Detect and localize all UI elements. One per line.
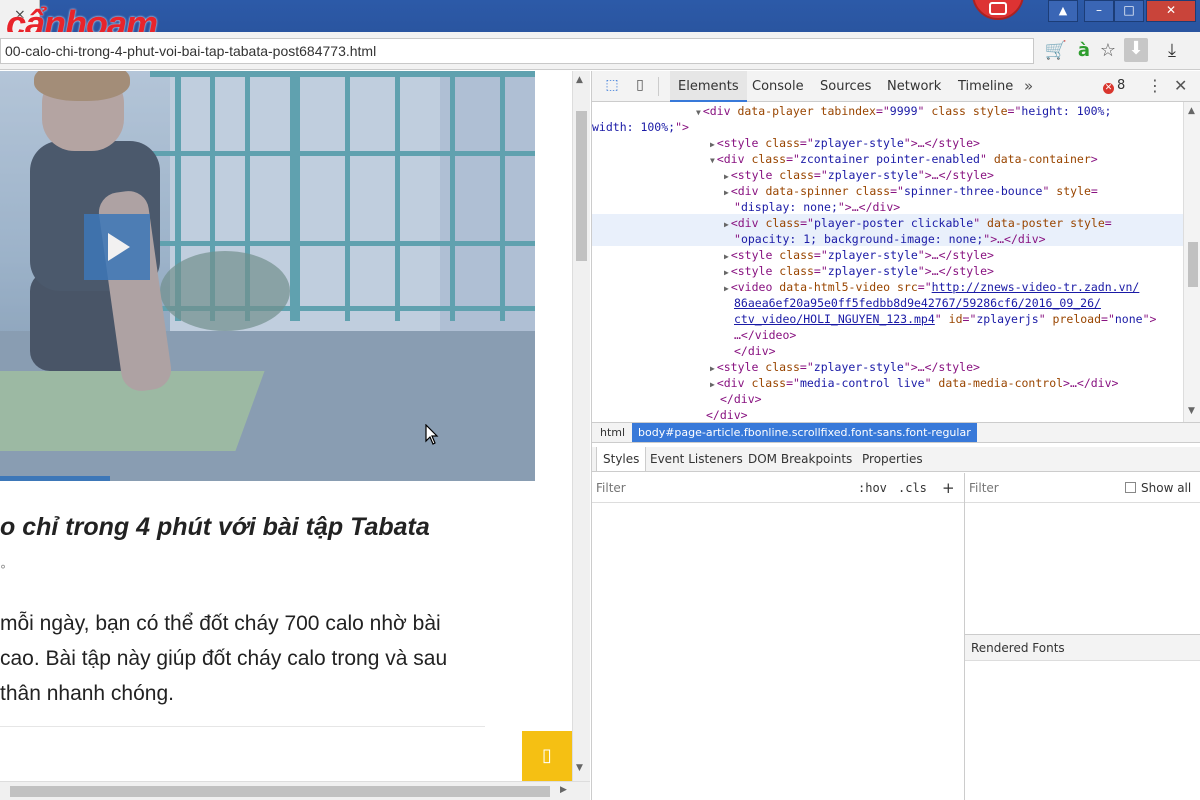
user-icon: ▲: [1058, 4, 1068, 17]
tab-properties[interactable]: Properties: [856, 447, 929, 471]
expand-triangle-icon[interactable]: ▶: [724, 268, 729, 277]
breadcrumb-html[interactable]: html: [594, 423, 631, 442]
cls-toggle[interactable]: .cls: [898, 473, 927, 503]
window-maximize-button[interactable]: □: [1114, 0, 1144, 22]
download-active-icon[interactable]: ⬇: [1124, 38, 1148, 62]
checkbox-icon: [1125, 482, 1136, 493]
play-button[interactable]: [84, 214, 150, 280]
window-minimize-button[interactable]: –: [1084, 0, 1114, 22]
computed-filter-input[interactable]: [969, 473, 1109, 503]
scroll-down-arrow-icon[interactable]: ▼: [1188, 406, 1195, 416]
dom-tree-line[interactable]: ▼ <div data-player tabindex="9999" class …: [696, 103, 1111, 121]
tab-sources[interactable]: Sources: [812, 71, 879, 102]
rendered-fonts-header[interactable]: Rendered Fonts: [965, 634, 1200, 661]
computed-filter-bar: Show all: [965, 473, 1200, 503]
address-bar[interactable]: 00-calo-chi-trong-4-phut-voi-bai-tap-tab…: [0, 38, 1034, 64]
expand-triangle-icon[interactable]: ▶: [724, 284, 729, 293]
video-poster-overlay: [0, 71, 535, 481]
floating-action-button[interactable]: ▯: [522, 731, 572, 781]
dom-tree-line[interactable]: "opacity: 1; background-image: none;">…<…: [734, 231, 1046, 247]
expand-triangle-icon[interactable]: ▶: [724, 220, 729, 229]
video-progress-bar[interactable]: [0, 476, 110, 481]
text-fade: [440, 606, 520, 646]
dom-tree[interactable]: ▼ <div data-player tabindex="9999" class …: [592, 102, 1183, 422]
tab-network[interactable]: Network: [879, 71, 949, 102]
new-style-rule-icon[interactable]: +: [942, 473, 955, 503]
web-page-content: o chỉ trong 4 phút với bài tập Tabata ° …: [0, 71, 572, 781]
window-close-button[interactable]: ✕: [1146, 0, 1196, 22]
article-paragraph-line: thân nhanh chóng.: [0, 682, 174, 705]
download-icon[interactable]: ⤓: [1160, 40, 1184, 62]
devtools-menu-icon[interactable]: ⋮: [1147, 76, 1163, 95]
scroll-down-arrow-icon[interactable]: ▼: [576, 763, 583, 773]
dom-tree-line[interactable]: "display: none;">…</div>: [734, 199, 900, 215]
dom-tree-scrollbar[interactable]: ▲ ▼: [1183, 102, 1200, 422]
scrollbar-thumb[interactable]: [1188, 242, 1198, 287]
video-player[interactable]: [0, 71, 535, 481]
page-horizontal-scrollbar[interactable]: ▶: [0, 781, 590, 800]
styles-filter-input[interactable]: [596, 473, 846, 503]
window-user-button[interactable]: ▲: [1048, 0, 1078, 22]
tab-dom-breakpoints[interactable]: DOM Breakpoints: [742, 447, 858, 471]
scroll-up-arrow-icon[interactable]: ▲: [1188, 106, 1195, 116]
dom-tree-line[interactable]: ctv_video/HOLI_NGUYEN_123.mp4" id="zplay…: [734, 311, 1156, 327]
show-all-label: Show all: [1141, 481, 1192, 495]
browser-toolbar: 00-calo-chi-trong-4-phut-voi-bai-tap-tab…: [0, 32, 1200, 70]
tab-timeline[interactable]: Timeline: [950, 71, 1021, 102]
devtools-panel: ⬚ ▯ Elements Console Sources Network Tim…: [591, 71, 1200, 800]
dom-tree-line[interactable]: </div>: [720, 391, 762, 407]
window-titlebar: × cẩnhoam ▲ – □ ✕: [0, 0, 1200, 42]
hov-toggle[interactable]: :hov: [858, 473, 887, 503]
more-tabs-icon[interactable]: »: [1024, 77, 1033, 95]
error-count: 8: [1117, 78, 1126, 93]
styles-pane: [592, 503, 964, 800]
expand-triangle-icon[interactable]: ▶: [724, 172, 729, 181]
expand-triangle-icon[interactable]: ▶: [724, 188, 729, 197]
styles-filter-bar: :hov .cls +: [592, 473, 964, 503]
dom-tree-line[interactable]: </div>: [734, 343, 776, 359]
profile-camera-button[interactable]: [972, 0, 1024, 20]
devtools-toolbar: ⬚ ▯ Elements Console Sources Network Tim…: [592, 71, 1200, 102]
expand-triangle-icon[interactable]: ▶: [724, 252, 729, 261]
error-icon: ✕: [1103, 83, 1114, 94]
cart-icon[interactable]: 🛒: [1044, 40, 1068, 62]
scroll-right-arrow-icon[interactable]: ▶: [560, 785, 567, 795]
camera-icon: [989, 2, 1007, 15]
error-counter[interactable]: ✕ 8: [1103, 78, 1125, 94]
dom-tree-line[interactable]: </div>: [706, 407, 748, 422]
dom-tree-line[interactable]: ▶ <div class="media-control live" data-me…: [710, 375, 1118, 393]
devtools-close-icon[interactable]: ✕: [1174, 76, 1187, 95]
article-paragraph-line: cao. Bài tập này giúp đốt cháy calo tron…: [0, 647, 448, 670]
tab-console[interactable]: Console: [744, 71, 812, 102]
tab-event-listeners[interactable]: Event Listeners: [644, 447, 749, 471]
article-headline: o chỉ trong 4 phút với bài tập Tabata: [0, 513, 430, 541]
toolbar-divider: [658, 77, 659, 96]
page-vertical-scrollbar[interactable]: ▲ ▼: [572, 71, 590, 781]
bookmark-star-icon[interactable]: ☆: [1096, 40, 1120, 62]
expand-triangle-icon[interactable]: ▶: [710, 140, 715, 149]
breadcrumb-body[interactable]: body#page-article.fbonline.scrollfixed.f…: [632, 423, 977, 442]
expand-triangle-icon[interactable]: ▶: [710, 364, 715, 373]
dom-tree-line[interactable]: …</video>: [734, 327, 796, 343]
show-all-checkbox[interactable]: Show all: [1125, 473, 1191, 503]
sidebar-tabs: Styles Event Listeners DOM Breakpoints P…: [592, 447, 1200, 472]
scroll-up-arrow-icon[interactable]: ▲: [576, 75, 583, 85]
inspect-element-icon[interactable]: ⬚: [602, 77, 622, 93]
collapse-triangle-icon[interactable]: ▼: [696, 108, 701, 117]
scrollbar-thumb[interactable]: [10, 786, 550, 797]
translate-icon[interactable]: à: [1072, 40, 1096, 62]
tab-elements[interactable]: Elements: [670, 71, 747, 102]
collapse-triangle-icon[interactable]: ▼: [710, 156, 715, 165]
dom-breadcrumbs: html body#page-article.fbonline.scrollfi…: [592, 422, 1200, 443]
dom-tree-line[interactable]: 86aea6ef20a95e0ff5fedbb8d9e42767/59286cf…: [734, 295, 1101, 311]
tab-styles[interactable]: Styles: [596, 447, 647, 471]
article-meta: °: [0, 563, 6, 577]
divider: [0, 726, 485, 727]
scrollbar-thumb[interactable]: [576, 111, 587, 261]
device-toolbar-icon[interactable]: ▯: [630, 77, 650, 93]
expand-triangle-icon[interactable]: ▶: [710, 380, 715, 389]
dom-tree-line[interactable]: width: 100%;">: [592, 119, 689, 135]
